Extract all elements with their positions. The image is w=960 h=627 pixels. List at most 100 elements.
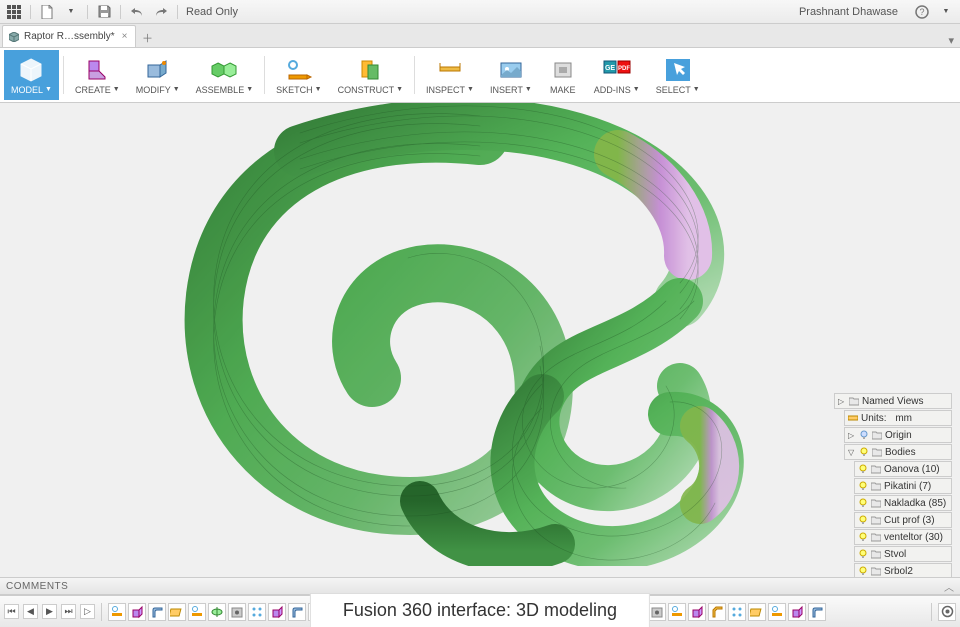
model-menu[interactable]: MODEL▼ — [4, 50, 59, 100]
model-rendering — [160, 103, 800, 566]
collapse-icon: ▽ — [848, 448, 856, 457]
document-tab[interactable]: Raptor R…ssembly* × — [2, 25, 136, 47]
save-icon[interactable] — [96, 4, 112, 20]
viewport-3d[interactable]: ▷ Named Views Units: mm ▷ Origin ▽ Bodie… — [0, 103, 960, 577]
timeline-step-sketch[interactable] — [768, 603, 786, 621]
chevron-up-icon[interactable]: ︿ — [944, 579, 954, 594]
timeline-step-chamfer[interactable] — [708, 603, 726, 621]
inspect-menu[interactable]: INSPECT▼ — [419, 50, 481, 100]
model-icon — [17, 57, 45, 83]
folder-icon — [849, 396, 859, 406]
sketch-menu[interactable]: SKETCH▼ — [269, 50, 328, 100]
visibility-icon[interactable] — [858, 464, 868, 474]
redo-icon[interactable] — [153, 4, 169, 20]
visibility-icon[interactable] — [858, 498, 868, 508]
user-name[interactable]: Prashnant Dhawase — [799, 6, 898, 18]
timeline-step-fillet[interactable] — [808, 603, 826, 621]
svg-text:GE: GE — [605, 65, 615, 72]
timeline-step-sketch[interactable] — [108, 603, 126, 621]
construct-menu[interactable]: CONSTRUCT▼ — [331, 50, 410, 100]
caret-down-icon: ▼ — [45, 86, 52, 93]
caret-down-icon: ▼ — [693, 86, 700, 93]
timeline-settings-icon[interactable] — [938, 603, 956, 621]
timeline-step-plane[interactable] — [168, 603, 186, 621]
browser-named-views[interactable]: ▷ Named Views — [834, 393, 952, 409]
browser-body-item[interactable]: Srbol2 — [854, 563, 952, 577]
browser-body-item[interactable]: venteltor (30) — [854, 529, 952, 545]
timeline-step-hole[interactable] — [228, 603, 246, 621]
caption-overlay: Fusion 360 interface: 3D modeling — [310, 593, 650, 627]
timeline-step-hole[interactable] — [648, 603, 666, 621]
visibility-icon[interactable] — [859, 430, 869, 440]
separator — [87, 5, 88, 19]
browser-body-item[interactable]: Cut prof (3) — [854, 512, 952, 528]
timeline-step-revolve[interactable] — [208, 603, 226, 621]
browser-body-item[interactable]: Oanova (10) — [854, 461, 952, 477]
file-dropdown-icon[interactable]: ▼ — [63, 4, 79, 20]
browser-body-item[interactable]: Pikatini (7) — [854, 478, 952, 494]
timeline-start-button[interactable]: ⏮ — [4, 604, 19, 619]
browser-units[interactable]: Units: mm — [844, 410, 952, 426]
modify-menu[interactable]: MODIFY▼ — [129, 50, 187, 100]
svg-text:?: ? — [919, 7, 924, 17]
visibility-icon[interactable] — [858, 515, 868, 525]
visibility-icon[interactable] — [858, 481, 868, 491]
caret-down-icon: ▼ — [246, 86, 253, 93]
make-icon — [549, 57, 577, 83]
timeline-step-fillet[interactable] — [288, 603, 306, 621]
apps-icon[interactable] — [6, 4, 22, 20]
folder-icon — [872, 430, 882, 440]
addins-menu[interactable]: PDFGE ADD-INS▼ — [587, 50, 647, 100]
help-icon[interactable]: ? — [914, 4, 930, 20]
create-menu[interactable]: CREATE▼ — [68, 50, 127, 100]
browser-origin[interactable]: ▷ Origin — [844, 427, 952, 443]
timeline-step-plane[interactable] — [748, 603, 766, 621]
make-menu[interactable]: MAKE — [541, 50, 585, 100]
visibility-icon[interactable] — [858, 532, 868, 542]
folder-icon — [871, 549, 881, 559]
close-tab-icon[interactable]: × — [120, 31, 130, 42]
timeline-step-extrude[interactable] — [788, 603, 806, 621]
folder-icon — [871, 498, 881, 508]
folder-icon — [871, 532, 881, 542]
timeline-step-extrude[interactable] — [128, 603, 146, 621]
timeline-step-sketch[interactable] — [188, 603, 206, 621]
timeline-step-extrude[interactable] — [688, 603, 706, 621]
ribbon-toolbar: MODEL▼ CREATE▼ MODIFY▼ ASSEMBLE▼ SKETCH▼… — [0, 48, 960, 103]
browser-body-item[interactable]: Nakladka (85) — [854, 495, 952, 511]
assemble-menu[interactable]: ASSEMBLE▼ — [189, 50, 260, 100]
visibility-icon[interactable] — [858, 549, 868, 559]
timeline-prev-button[interactable]: ◀ — [23, 604, 38, 619]
undo-icon[interactable] — [129, 4, 145, 20]
timeline-end-button[interactable]: ⏭ — [61, 604, 76, 619]
timeline-next-button[interactable]: ▶ — [42, 604, 57, 619]
timeline-step-pattern[interactable] — [248, 603, 266, 621]
browser-panel: ▷ Named Views Units: mm ▷ Origin ▽ Bodie… — [834, 393, 952, 577]
help-dropdown-icon[interactable]: ▼ — [938, 4, 954, 20]
timeline-step-sketch[interactable] — [668, 603, 686, 621]
folder-icon — [871, 515, 881, 525]
file-new-icon[interactable] — [39, 4, 55, 20]
visibility-icon[interactable] — [858, 566, 868, 576]
insert-menu[interactable]: INSERT▼ — [483, 50, 539, 100]
folder-icon — [872, 447, 882, 457]
timeline-step-extrude[interactable] — [268, 603, 286, 621]
caret-down-icon: ▼ — [113, 86, 120, 93]
create-icon — [83, 57, 111, 83]
separator — [120, 5, 121, 19]
modify-icon — [144, 57, 172, 83]
document-tab-bar: Raptor R…ssembly* × ＋ ▾ — [0, 24, 960, 48]
caret-down-icon: ▼ — [396, 86, 403, 93]
folder-icon — [871, 481, 881, 491]
expand-icon: ▷ — [838, 397, 846, 406]
tabbar-overflow-icon[interactable]: ▾ — [942, 34, 960, 47]
browser-body-item[interactable]: Stvol — [854, 546, 952, 562]
browser-bodies[interactable]: ▽ Bodies — [844, 444, 952, 460]
timeline-step-fillet[interactable] — [148, 603, 166, 621]
separator — [30, 5, 31, 19]
visibility-icon[interactable] — [859, 447, 869, 457]
timeline-play-button[interactable]: ▷ — [80, 604, 95, 619]
timeline-step-pattern[interactable] — [728, 603, 746, 621]
select-menu[interactable]: SELECT▼ — [649, 50, 707, 100]
new-tab-button[interactable]: ＋ — [138, 29, 156, 47]
